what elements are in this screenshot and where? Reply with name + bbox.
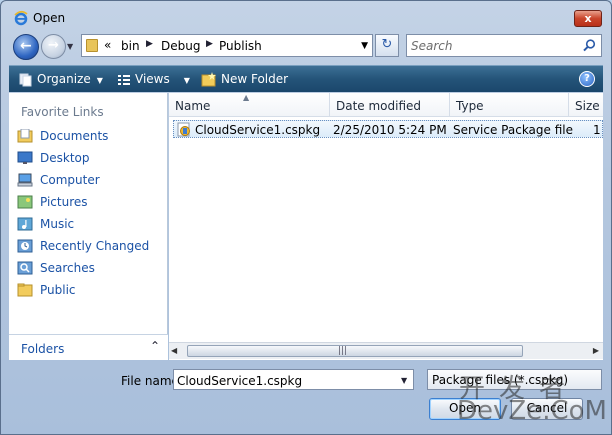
forward-arrow-icon: →	[48, 38, 59, 53]
open-button[interactable]: Open	[429, 398, 501, 420]
address-bar[interactable]: « bin ▶ Debug ▶ Publish ▼	[81, 34, 373, 57]
scroll-left-icon[interactable]: ◀	[171, 346, 177, 355]
help-button[interactable]: ?	[579, 71, 595, 87]
scrollbar-thumb[interactable]: |||	[187, 345, 523, 357]
file-size: 1	[593, 123, 601, 137]
favorite-recently-changed[interactable]: Recently Changed	[15, 237, 165, 257]
address-overflow-chevron[interactable]: «	[104, 38, 111, 52]
favorite-label: Computer	[40, 173, 100, 187]
address-dropdown-icon[interactable]: ▼	[361, 41, 368, 51]
internet-explorer-icon	[14, 10, 28, 26]
views-button[interactable]: Views ▼	[117, 71, 190, 89]
breadcrumb-debug[interactable]: Debug	[161, 39, 200, 53]
favorite-label: Pictures	[40, 195, 88, 209]
folders-toggle[interactable]: Folders ⌃	[9, 334, 168, 360]
refresh-icon: ↻	[381, 37, 393, 52]
favorite-pictures[interactable]: Pictures	[15, 193, 165, 213]
computer-icon	[17, 173, 33, 187]
breadcrumb-arrow-icon[interactable]: ▶	[206, 39, 213, 49]
search-icon[interactable]	[583, 39, 596, 52]
favorite-label: Music	[40, 217, 75, 231]
favorite-music[interactable]: Music	[15, 215, 165, 235]
views-label: Views	[135, 72, 170, 86]
favorite-desktop[interactable]: Desktop	[15, 149, 165, 169]
file-list: Name ▲ Date modified Type Size CloudServ…	[169, 93, 603, 360]
cancel-button[interactable]: Cancel	[511, 398, 583, 420]
favorite-computer[interactable]: Computer	[15, 171, 165, 191]
favorite-label: Searches	[40, 261, 95, 275]
new-folder-button[interactable]: New Folder	[201, 71, 288, 89]
file-type-select[interactable]: Package files (*.cspkg)	[427, 369, 602, 390]
folder-icon	[86, 39, 98, 52]
favorite-documents[interactable]: Documents	[15, 127, 165, 147]
favorite-label: Desktop	[40, 151, 90, 165]
open-dialog: Open x ← → ▼ « bin ▶ Debug ▶ Publish ▼ ↻…	[0, 0, 612, 435]
close-button[interactable]: x	[574, 10, 602, 27]
public-folder-icon	[17, 283, 33, 297]
organize-label: Organize	[37, 72, 91, 86]
column-header-label: Size	[575, 99, 600, 113]
column-header-type[interactable]: Type	[450, 93, 569, 117]
back-arrow-icon: ←	[20, 38, 32, 54]
chevron-down-icon: ▼	[183, 76, 190, 85]
grip-icon: |||	[338, 346, 348, 356]
documents-icon	[17, 129, 33, 143]
sort-arrow-icon: ▲	[243, 93, 250, 102]
column-header-label: Name	[175, 99, 211, 113]
window-title: Open	[33, 11, 66, 25]
forward-button[interactable]: →	[41, 34, 66, 59]
favorite-searches[interactable]: Searches	[15, 259, 165, 279]
navigation-pane: Favorite Links Documents Desktop Compute…	[9, 93, 168, 360]
favorite-public[interactable]: Public	[15, 281, 165, 301]
back-button[interactable]: ←	[13, 34, 39, 60]
searches-icon	[17, 261, 33, 275]
column-header-date-modified[interactable]: Date modified	[330, 93, 450, 117]
organize-icon	[19, 73, 32, 86]
file-type: Service Package file	[453, 123, 573, 137]
search-input[interactable]	[411, 38, 576, 54]
music-icon	[17, 217, 33, 231]
new-folder-label: New Folder	[221, 72, 289, 86]
favorite-label: Public	[40, 283, 76, 297]
recently-changed-icon	[17, 239, 33, 253]
file-name: CloudService1.cspkg	[195, 123, 321, 137]
horizontal-scrollbar[interactable]: ◀ ||| ▶	[169, 342, 603, 359]
favorite-label: Recently Changed	[40, 239, 150, 253]
chevron-down-icon: ▼	[96, 76, 103, 85]
column-header-name[interactable]: Name ▲	[169, 93, 330, 117]
search-box[interactable]	[406, 34, 602, 57]
pictures-icon	[17, 195, 33, 209]
refresh-button[interactable]: ↻	[375, 34, 399, 57]
breadcrumb-bin[interactable]: bin	[121, 39, 140, 53]
column-header-label: Type	[456, 99, 484, 113]
breadcrumb-arrow-icon[interactable]: ▶	[146, 39, 153, 49]
command-toolbar: Organize ▼ Views ▼ New Folder ?	[9, 65, 603, 92]
recent-pages-dropdown[interactable]: ▼	[67, 42, 73, 51]
file-name-input[interactable]	[173, 369, 414, 390]
title-bar: Open x	[1, 1, 611, 31]
file-date-modified: 2/25/2010 5:24 PM	[333, 123, 447, 137]
organize-button[interactable]: Organize ▼	[19, 71, 103, 89]
chevron-up-icon[interactable]: ⌃	[150, 339, 160, 353]
views-icon	[118, 74, 130, 85]
breadcrumb-publish[interactable]: Publish	[219, 39, 262, 53]
folders-label: Folders	[21, 342, 65, 356]
favorite-label: Documents	[40, 129, 109, 143]
column-header-label: Date modified	[336, 99, 422, 113]
scroll-right-icon[interactable]: ▶	[593, 346, 599, 355]
favorite-links-header: Favorite Links	[21, 105, 104, 119]
new-folder-icon	[201, 72, 216, 87]
file-name-dropdown-icon[interactable]: ▼	[401, 376, 407, 385]
file-row[interactable]: CloudService1.cspkg 2/25/2010 5:24 PM Se…	[173, 120, 603, 138]
desktop-icon	[17, 151, 33, 164]
column-header-size[interactable]: Size	[569, 93, 603, 117]
service-package-file-icon	[177, 122, 190, 137]
